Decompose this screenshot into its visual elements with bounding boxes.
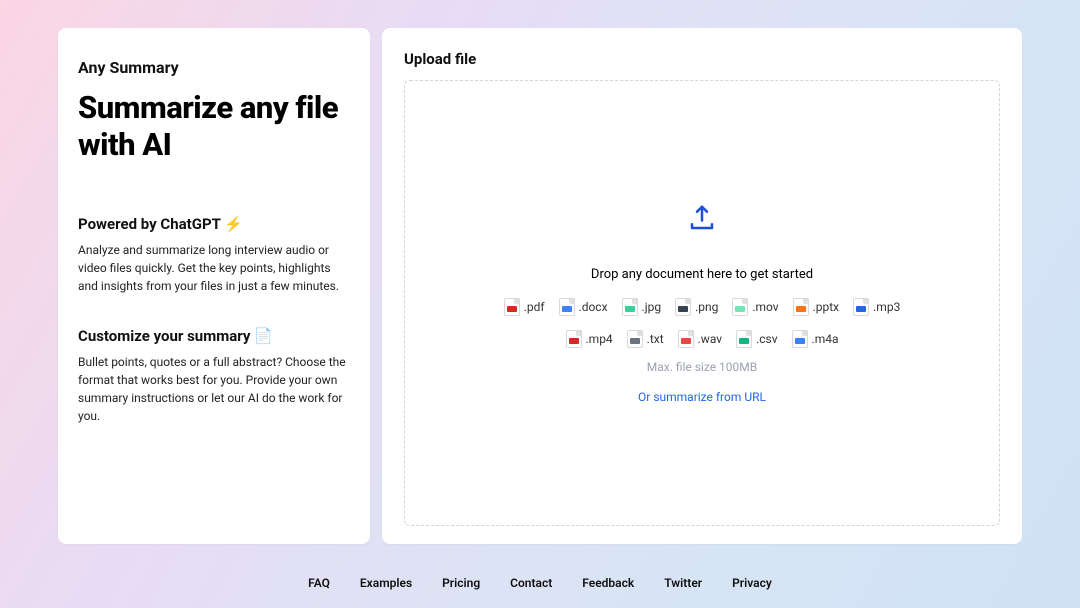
file-type-chip: .pptx (793, 298, 840, 316)
file-type-chip: .m4a (792, 330, 839, 348)
file-ext-label: .txt (647, 332, 664, 346)
max-file-size: Max. file size 100MB (647, 360, 758, 374)
file-type-chip: .csv (736, 330, 777, 348)
file-type-chip: .wav (678, 330, 722, 348)
upload-icon (687, 203, 717, 237)
file-type-chip: .jpg (622, 298, 662, 316)
file-icon (736, 330, 752, 348)
file-dropzone[interactable]: Drop any document here to get started .p… (404, 80, 1000, 526)
file-ext-label: .mov (752, 300, 778, 314)
footer-link-privacy[interactable]: Privacy (732, 576, 772, 590)
file-type-list: .pdf .docx .jpg .png .mov .pptx .mp3 .mp4 .txt .w… (482, 298, 922, 348)
feature-block: Powered by ChatGPT ⚡ Analyze and summari… (78, 215, 350, 295)
upload-card: Upload file Drop any document here to ge… (382, 28, 1022, 544)
brand-title: Any Summary (78, 58, 350, 77)
footer-link-faq[interactable]: FAQ (308, 576, 330, 590)
feature-block: Customize your summary 📄 Bullet points, … (78, 327, 350, 425)
footer-nav: FAQ Examples Pricing Contact Feedback Twitter… (58, 544, 1022, 590)
feature-body: Bullet points, quotes or a full abstract… (78, 353, 350, 425)
file-icon (793, 298, 809, 316)
file-icon (675, 298, 691, 316)
page-headline: Summarize any file with AI (78, 89, 350, 163)
file-icon (504, 298, 520, 316)
dropzone-text: Drop any document here to get started (591, 267, 813, 282)
file-ext-label: .jpg (642, 300, 662, 314)
file-icon (622, 298, 638, 316)
footer-link-feedback[interactable]: Feedback (582, 576, 634, 590)
file-icon (566, 330, 582, 348)
file-icon (732, 298, 748, 316)
feature-body: Analyze and summarize long interview aud… (78, 241, 350, 295)
file-type-chip: .docx (559, 298, 608, 316)
feature-title: Powered by ChatGPT ⚡ (78, 215, 350, 233)
file-ext-label: .mp3 (873, 300, 900, 314)
file-ext-label: .pptx (813, 300, 840, 314)
footer-link-twitter[interactable]: Twitter (664, 576, 702, 590)
file-icon (627, 330, 643, 348)
main-content: Any Summary Summarize any file with AI P… (58, 28, 1022, 544)
file-ext-label: .pdf (524, 300, 545, 314)
file-ext-label: .png (695, 300, 718, 314)
intro-card: Any Summary Summarize any file with AI P… (58, 28, 370, 544)
file-icon (853, 298, 869, 316)
file-ext-label: .csv (756, 332, 777, 346)
footer-link-contact[interactable]: Contact (510, 576, 552, 590)
file-type-chip: .mov (732, 298, 778, 316)
file-type-chip: .txt (627, 330, 664, 348)
summarize-from-url-link[interactable]: Or summarize from URL (638, 390, 766, 404)
footer-link-pricing[interactable]: Pricing (442, 576, 480, 590)
file-ext-label: .mp4 (586, 332, 613, 346)
file-ext-label: .m4a (812, 332, 839, 346)
file-type-chip: .pdf (504, 298, 545, 316)
file-icon (559, 298, 575, 316)
file-ext-label: .wav (698, 332, 722, 346)
file-icon (678, 330, 694, 348)
file-type-chip: .mp3 (853, 298, 900, 316)
file-ext-label: .docx (579, 300, 608, 314)
upload-title: Upload file (404, 50, 1000, 68)
file-icon (792, 330, 808, 348)
file-type-chip: .png (675, 298, 718, 316)
footer-link-examples[interactable]: Examples (360, 576, 412, 590)
file-type-chip: .mp4 (566, 330, 613, 348)
feature-title: Customize your summary 📄 (78, 327, 350, 345)
